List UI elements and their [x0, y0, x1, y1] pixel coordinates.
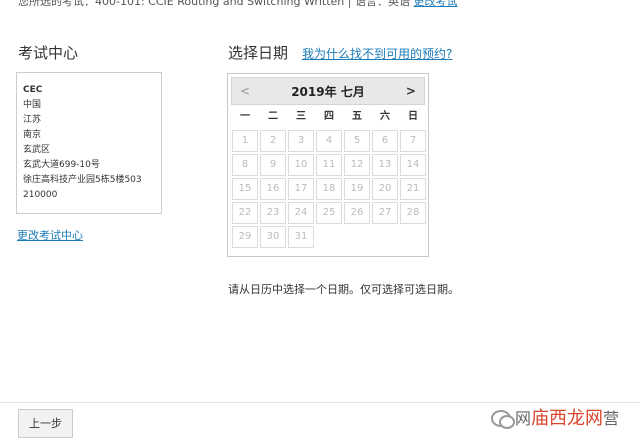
address-line: 玄武大道699-10号	[23, 160, 100, 170]
calendar-day: 12	[344, 154, 370, 176]
weekday-label: 日	[408, 111, 418, 122]
calendar-day: 1	[232, 130, 258, 152]
test-center-box: CEC 中国 江苏 南京 玄武区 玄武大道699-10号 徐庄高科技产业园5栋5…	[16, 72, 162, 214]
calendar-day: 29	[232, 226, 258, 248]
calendar-day: 22	[232, 202, 258, 224]
prev-month-button[interactable]: <	[240, 84, 250, 98]
weekday-label: 五	[352, 111, 362, 122]
watermark-text: 龙网	[567, 408, 604, 429]
why-no-appointments-link[interactable]: 我为什么找不到可用的预约?	[302, 45, 452, 62]
calendar-day: 31	[288, 226, 314, 248]
calendar-day: 5	[344, 130, 370, 152]
calendar-day: 17	[288, 178, 314, 200]
watermark-text: 庙西	[531, 408, 568, 429]
weekday-label: 一	[240, 111, 250, 122]
calendar-day: 4	[316, 130, 342, 152]
back-button[interactable]: 上一步	[18, 409, 73, 438]
calendar-day: 6	[372, 130, 398, 152]
calendar-day: 24	[288, 202, 314, 224]
calendar-day: 10	[288, 154, 314, 176]
calendar-day-grid: 1 2 3 4 5 6 7 8 9 10 11 12 13 14 15 16 17 18 19 20 21 22 23 24 2…	[231, 129, 426, 249]
weekday-label: 六	[380, 111, 390, 122]
weekday-row: 一 二 三 四 五 六 日	[231, 105, 425, 129]
calendar-month-title: 2019年 七月	[291, 84, 365, 99]
calendar-day: 13	[372, 154, 398, 176]
watermark-text: 网	[515, 409, 532, 428]
calendar-day: 3	[288, 130, 314, 152]
watermark: 网庙西龙网营	[490, 400, 635, 434]
address-line: 玄武区	[23, 145, 51, 155]
change-exam-link[interactable]: 更改考试	[413, 0, 457, 8]
calendar-day: 21	[400, 178, 426, 200]
calendar-day: 7	[400, 130, 426, 152]
weekday-label: 二	[268, 111, 278, 122]
select-date-heading: 选择日期	[228, 44, 289, 62]
date-selection-hint: 请从日历中选择一个日期。仅可选择可选日期。	[228, 283, 459, 296]
address-line: 徐庄高科技产业园5栋5楼503	[23, 175, 142, 185]
calendar-day: 8	[232, 154, 258, 176]
calendar-day: 20	[372, 178, 398, 200]
weekday-label: 四	[324, 111, 334, 122]
calendar-day: 11	[316, 154, 342, 176]
watermark-text: 营	[603, 409, 620, 428]
calendar-day: 19	[344, 178, 370, 200]
next-month-button[interactable]: >	[406, 84, 416, 98]
calendar-day: 27	[372, 202, 398, 224]
selected-exam-text: 您所选的考试：400-101: CCIE Routing and Switchi…	[18, 0, 410, 8]
calendar-day: 23	[260, 202, 286, 224]
test-center-heading: 考试中心	[18, 44, 79, 62]
weekday-label: 三	[296, 111, 306, 122]
calendar-day: 26	[344, 202, 370, 224]
calendar-day: 16	[260, 178, 286, 200]
address-line: 南京	[23, 130, 42, 140]
calendar-day: 18	[316, 178, 342, 200]
calendar-day: 9	[260, 154, 286, 176]
top-info-strip: 您所选的考试：400-101: CCIE Routing and Switchi…	[0, 0, 640, 10]
test-center-name: CEC	[23, 85, 43, 95]
address-line: 210000	[23, 190, 58, 200]
calendar-day: 15	[232, 178, 258, 200]
address-line: 江苏	[23, 115, 42, 125]
address-line: 中国	[23, 100, 42, 110]
calendar-day: 2	[260, 130, 286, 152]
calendar: < 2019年 七月 > 一 二 三 四 五 六 日 1 2 3 4 5 6 7 8 9 10 11…	[227, 73, 429, 257]
calendar-day: 14	[400, 154, 426, 176]
calendar-header: < 2019年 七月 >	[231, 77, 425, 105]
calendar-day: 25	[316, 202, 342, 224]
change-test-center-link[interactable]: 更改考试中心	[17, 227, 83, 243]
calendar-day: 30	[260, 226, 286, 248]
calendar-day: 28	[400, 202, 426, 224]
wechat-icon	[490, 407, 515, 429]
